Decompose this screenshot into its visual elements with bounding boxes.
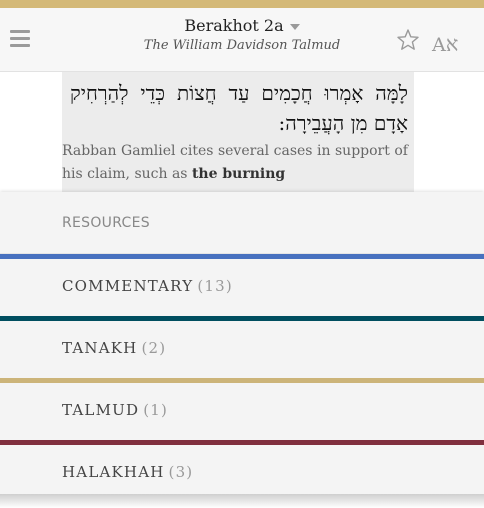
lang-latin-a: A <box>432 34 446 56</box>
caret-down-icon <box>289 23 300 30</box>
hebrew-text: לָמָּה אָמְרוּ חֲכָמִים עַד חֲצוֹת כְּדֵ… <box>70 81 408 135</box>
menu-icon[interactable] <box>10 30 30 48</box>
star-icon[interactable] <box>396 28 420 52</box>
page-subtitle: The William Davidson Talmud <box>143 38 341 53</box>
resource-tanakh[interactable]: TANAKH (2) <box>0 316 484 378</box>
resource-label: HALAKHAH (3) <box>62 463 193 481</box>
english-text: Rabban Gamliel cites several cases in su… <box>62 138 414 186</box>
resource-name: TALMUD <box>62 401 140 419</box>
resources-panel: RESOURCES COMMENTARY (13) TANAKH (2) TALMU… <box>0 192 484 494</box>
language-toggle-icon[interactable]: Aא <box>432 32 458 57</box>
resource-name: COMMENTARY <box>62 277 194 295</box>
page-title: Berakhot 2a <box>184 16 284 35</box>
page-title-row[interactable]: Berakhot 2a <box>184 16 300 35</box>
text-segment-panel[interactable]: לָמָּה אָמְרוּ חֲכָמִים עַד חֲצוֹת כְּדֵ… <box>62 72 414 192</box>
resource-name: HALAKHAH <box>62 463 165 481</box>
resource-label: TALMUD (1) <box>62 401 168 419</box>
resource-count: (2) <box>141 339 167 357</box>
resource-halakhah[interactable]: HALAKHAH (3) <box>0 440 484 494</box>
resource-count: (1) <box>143 401 169 419</box>
resource-commentary[interactable]: COMMENTARY (13) <box>0 254 484 316</box>
resource-count: (13) <box>197 277 233 295</box>
resource-talmud[interactable]: TALMUD (1) <box>0 378 484 440</box>
english-text-bold: the burning <box>191 166 286 182</box>
resource-label: TANAKH (2) <box>62 339 166 357</box>
top-accent-strip <box>0 0 484 8</box>
app-header: Berakhot 2a The William Davidson Talmud … <box>0 8 484 72</box>
resources-header: RESOURCES <box>0 192 484 254</box>
resource-label: COMMENTARY (13) <box>62 277 233 295</box>
title-block[interactable]: Berakhot 2a The William Davidson Talmud <box>100 16 384 53</box>
lang-hebrew-aleph: א <box>445 32 459 56</box>
panel-bottom-shadow <box>0 494 484 508</box>
resource-name: TANAKH <box>62 339 138 357</box>
resource-count: (3) <box>168 463 194 481</box>
